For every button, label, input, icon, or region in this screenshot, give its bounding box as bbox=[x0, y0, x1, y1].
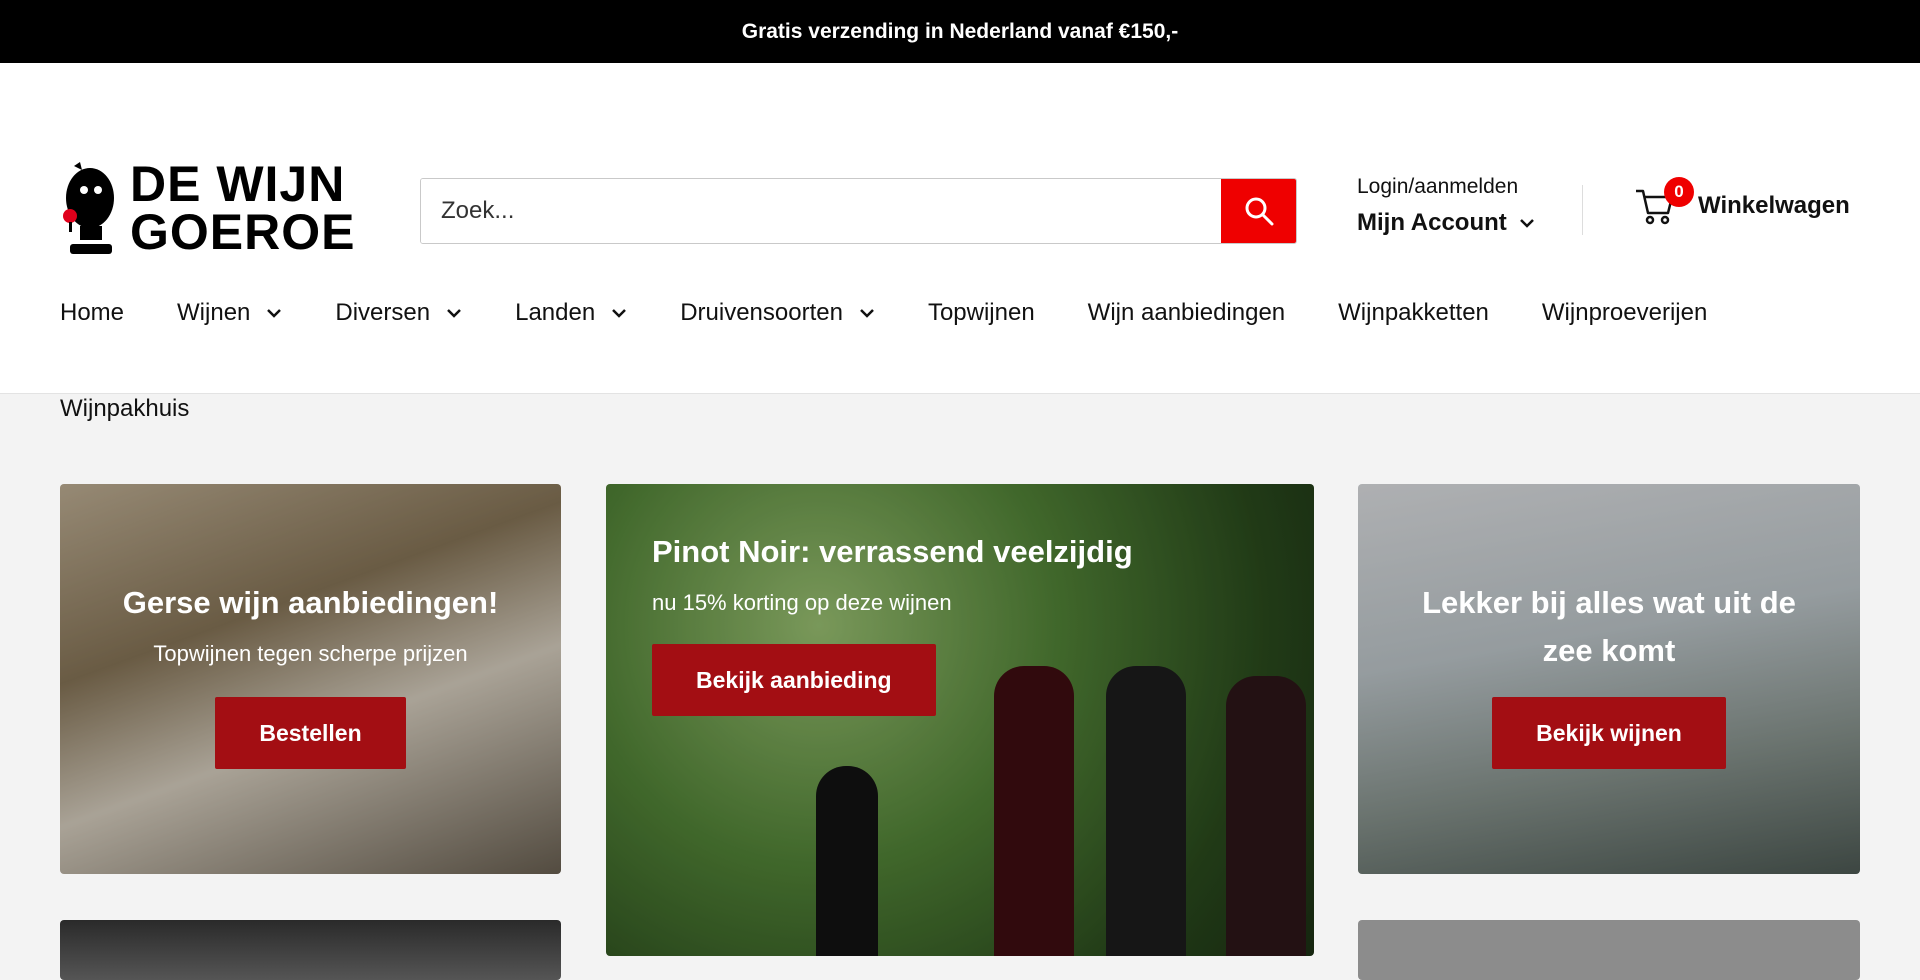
promo-content: Gerse wijn aanbiedingen! Topwijnen tegen… bbox=[60, 579, 561, 769]
nav-label: Druivensoorten bbox=[680, 299, 843, 326]
view-wines-button[interactable]: Bekijk wijnen bbox=[1492, 697, 1726, 769]
promo-card-pinot-noir: Pinot Noir: verrassend veelzijdig nu 15%… bbox=[606, 484, 1314, 956]
nav-item-wijnpakhuis[interactable]: Wijnpakhuis bbox=[60, 395, 189, 423]
search-button[interactable] bbox=[1221, 179, 1296, 243]
nav-label: Wijnproeverijen bbox=[1541, 299, 1708, 326]
nav-label: Wijnpakhuis bbox=[60, 395, 190, 422]
logo-wordmark: DE WIJN GOEROE bbox=[130, 156, 356, 260]
logo-line-1: DE WIJN bbox=[130, 156, 346, 212]
account-menu: Login/aanmelden Mijn Account bbox=[1357, 175, 1535, 237]
nav-item-wijn-aanbiedingen[interactable]: Wijn aanbiedingen bbox=[1088, 299, 1285, 327]
nav-row-1: Home Wijnen Diversen Landen Druivensoort… bbox=[60, 291, 1860, 335]
site-logo[interactable]: DE WIJN GOEROE bbox=[60, 158, 355, 258]
promo-card-partial bbox=[60, 920, 561, 980]
chevron-down-icon bbox=[1519, 219, 1534, 228]
nav-item-landen[interactable]: Landen bbox=[515, 299, 627, 327]
nav-label: Wijn aanbiedingen bbox=[1087, 299, 1286, 326]
chevron-down-icon bbox=[612, 309, 627, 318]
header-divider bbox=[1582, 185, 1583, 235]
search-input[interactable] bbox=[421, 179, 1221, 243]
promo-cards: Gerse wijn aanbiedingen! Topwijnen tegen… bbox=[60, 484, 1860, 980]
search-icon bbox=[1245, 197, 1273, 226]
promo-content: Pinot Noir: verrassend veelzijdig nu 15%… bbox=[652, 528, 1133, 716]
announcement-bar: Gratis verzending in Nederland vanaf €15… bbox=[0, 0, 1920, 63]
cart-count-badge: 0 bbox=[1664, 177, 1694, 207]
promo-card-offers: Gerse wijn aanbiedingen! Topwijnen tegen… bbox=[60, 484, 561, 874]
search-bar bbox=[420, 178, 1297, 244]
login-link[interactable]: Login/aanmelden bbox=[1357, 175, 1535, 199]
nav-item-diversen[interactable]: Diversen bbox=[335, 299, 462, 327]
cart-label: Winkelwagen bbox=[1698, 192, 1850, 219]
announcement-text: Gratis verzending in Nederland vanaf €15… bbox=[741, 19, 1179, 43]
promo-card-partial bbox=[1358, 920, 1860, 980]
cart-button[interactable]: 0 Winkelwagen bbox=[1634, 177, 1850, 227]
view-offer-button[interactable]: Bekijk aanbieding bbox=[652, 644, 936, 716]
nav-item-home[interactable]: Home bbox=[60, 299, 124, 327]
nav-row-2: Wijnpakhuis bbox=[60, 387, 1860, 431]
nav-label: Topwijnen bbox=[927, 299, 1035, 326]
cart-icon: 0 bbox=[1634, 177, 1694, 227]
promo-title: Gerse wijn aanbiedingen! bbox=[122, 585, 499, 620]
chevron-down-icon bbox=[860, 309, 874, 318]
nav-item-druivensoorten[interactable]: Druivensoorten bbox=[680, 299, 875, 327]
nav-label: Landen bbox=[515, 299, 596, 326]
site-header: DE WIJN GOEROE Login/aanmelden Mijn Acco… bbox=[0, 63, 1920, 422]
nav-item-wijnpakketten[interactable]: Wijnpakketten bbox=[1338, 299, 1489, 327]
nav-label: Diversen bbox=[335, 299, 431, 326]
promo-card-seafood: Lekker bij alles wat uit de zee komt Bek… bbox=[1358, 484, 1860, 874]
promo-subtitle: nu 15% korting op deze wijnen bbox=[652, 590, 952, 615]
my-account-label: Mijn Account bbox=[1357, 209, 1507, 236]
logo-mascot-icon bbox=[60, 160, 116, 256]
nav-item-wijnen[interactable]: Wijnen bbox=[177, 299, 282, 327]
logo-line-2: GOEROE bbox=[130, 204, 356, 260]
order-button[interactable]: Bestellen bbox=[215, 697, 406, 769]
promo-title: Pinot Noir: verrassend veelzijdig bbox=[652, 534, 1133, 569]
promo-title: Lekker bij alles wat uit de zee komt bbox=[1422, 585, 1796, 668]
nav-label: Home bbox=[60, 299, 125, 326]
my-account-dropdown[interactable]: Mijn Account bbox=[1357, 209, 1535, 237]
main-navigation: Home Wijnen Diversen Landen Druivensoort… bbox=[60, 291, 1860, 431]
chevron-down-icon bbox=[447, 309, 461, 318]
promo-subtitle: Topwijnen tegen scherpe prijzen bbox=[153, 641, 468, 666]
nav-label: Wijnen bbox=[177, 299, 251, 326]
nav-item-topwijnen[interactable]: Topwijnen bbox=[928, 299, 1035, 327]
nav-label: Wijnpakketten bbox=[1338, 299, 1489, 326]
chevron-down-icon bbox=[267, 309, 282, 318]
nav-item-wijnproeverijen[interactable]: Wijnproeverijen bbox=[1542, 299, 1707, 327]
promo-content: Lekker bij alles wat uit de zee komt Bek… bbox=[1398, 579, 1820, 769]
